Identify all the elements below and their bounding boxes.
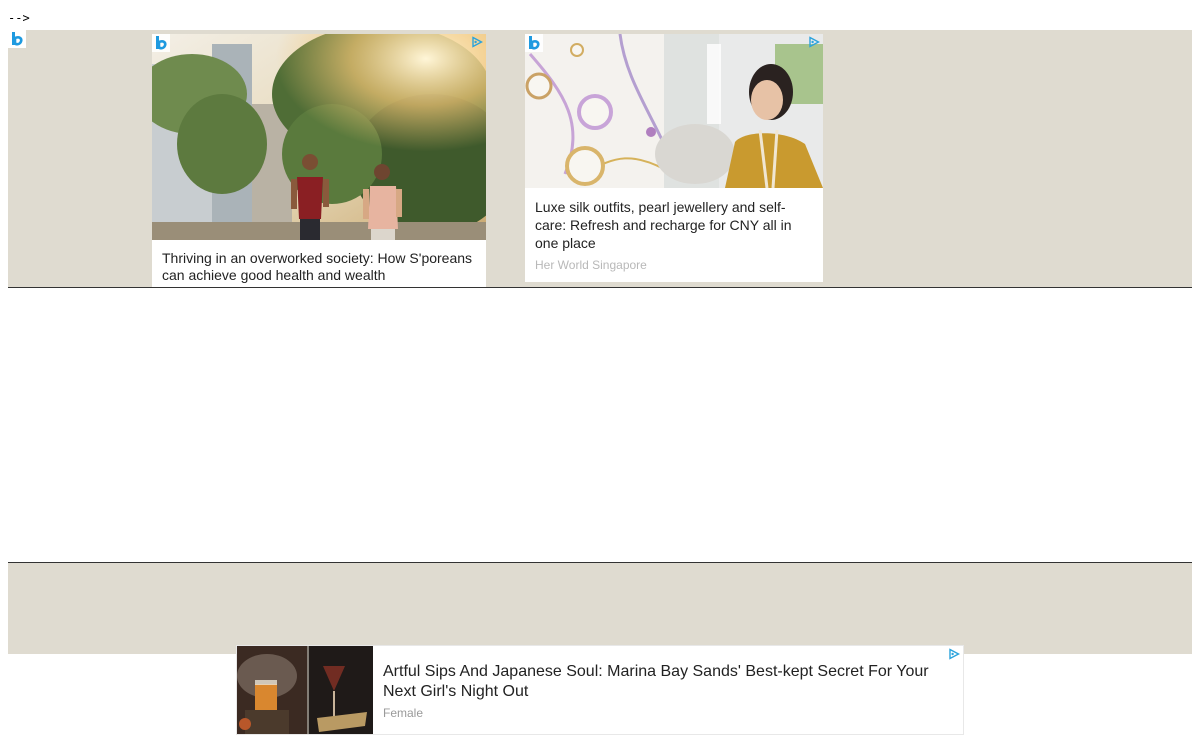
couple-jogging-photo[interactable]: [152, 34, 486, 240]
top-ad-band: Thriving in an overworked society: How S…: [8, 30, 1192, 288]
ad-card-health-wealth[interactable]: Thriving in an overworked society: How S…: [152, 34, 486, 287]
adchoices-icon[interactable]: [471, 36, 483, 48]
ad-card-pearl-jewellery[interactable]: Luxe silk outfits, pearl jewellery and s…: [525, 34, 823, 282]
b-logo-icon[interactable]: [525, 34, 543, 52]
cocktails-photo[interactable]: [237, 646, 373, 735]
bottom-ad-band: [8, 562, 1192, 654]
ad-title[interactable]: Artful Sips And Japanese Soul: Marina Ba…: [383, 662, 943, 702]
adchoices-icon[interactable]: [948, 648, 960, 660]
ad-card-marina-bay-sands[interactable]: Artful Sips And Japanese Soul: Marina Ba…: [236, 645, 964, 735]
html-comment-artifact: -->: [8, 11, 30, 25]
adchoices-icon[interactable]: [808, 36, 820, 48]
b-logo-icon[interactable]: [8, 30, 26, 48]
ad-source: Female: [383, 706, 424, 720]
ad-source: Her World Singapore: [535, 258, 647, 272]
pearl-jewellery-photo[interactable]: [525, 34, 823, 188]
ad-title[interactable]: Luxe silk outfits, pearl jewellery and s…: [535, 198, 813, 252]
ad-title[interactable]: Thriving in an overworked society: How S…: [162, 250, 476, 284]
b-logo-icon[interactable]: [152, 34, 170, 52]
